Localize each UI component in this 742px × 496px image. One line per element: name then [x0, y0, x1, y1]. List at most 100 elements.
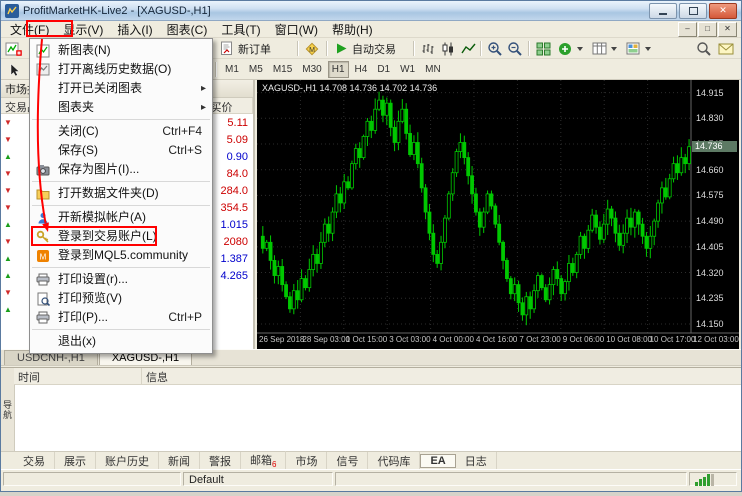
blank-icon — [35, 100, 50, 115]
file-menu-item-13[interactable]: 打印预览(V) — [30, 289, 212, 308]
zoom-out-icon[interactable] — [506, 40, 524, 57]
indicators-dropdown[interactable] — [557, 40, 583, 57]
file-menu-item-6[interactable]: 保存(S)Ctrl+S — [30, 141, 212, 160]
autotrading-label: 自动交易 — [352, 41, 396, 57]
timeframe-w1[interactable]: W1 — [396, 61, 419, 78]
candlestick-chart[interactable] — [257, 80, 739, 349]
menubar-item-4[interactable]: 图表(C) — [160, 20, 215, 39]
file-menu-item-label: 退出(x) — [58, 334, 96, 348]
candlestick-icon[interactable] — [439, 40, 457, 57]
file-menu-item-label: 打开离线历史数据(O) — [58, 62, 171, 76]
file-menu-item-4[interactable]: 图表夹▸ — [30, 98, 212, 117]
file-menu-item-label: 图表夹 — [58, 100, 94, 114]
key-icon — [35, 229, 50, 244]
timeframe-m30[interactable]: M30 — [298, 61, 325, 78]
menubar-item-3[interactable]: 插入(I) — [110, 20, 159, 39]
price-axis[interactable]: 14.91514.83014.74514.66014.57514.49014.4… — [691, 80, 739, 333]
terminal-header: 时间 信息 — [14, 368, 741, 385]
file-menu-item-5[interactable]: 关闭(C)Ctrl+F4 — [30, 122, 212, 141]
new-order-label: 新订单 — [238, 41, 271, 57]
autotrading-button[interactable]: 自动交易 — [333, 40, 396, 57]
terminal-tab-账户历史[interactable]: 账户历史 — [96, 452, 159, 470]
terminal-tab-新闻[interactable]: 新闻 — [159, 452, 200, 470]
menubar-item-7[interactable]: 帮助(H) — [325, 20, 380, 39]
terminal-tab-日志[interactable]: 日志 — [456, 452, 497, 470]
cursor-icon[interactable] — [5, 61, 23, 78]
file-menu-item-12[interactable]: 打印设置(r)... — [30, 270, 212, 289]
arrow-up-icon: ▲ — [1, 254, 15, 263]
search-icon[interactable] — [695, 40, 713, 57]
menu-separator — [32, 329, 210, 330]
menubar-item-5[interactable]: 工具(T) — [214, 20, 267, 39]
file-menu-item-7[interactable]: 保存为图片(I)... — [30, 160, 212, 179]
arrow-down-icon: ▼ — [1, 288, 15, 297]
terminal-tab-信号[interactable]: 信号 — [327, 452, 368, 470]
timeframe-m1[interactable]: M1 — [221, 61, 243, 78]
file-menu-item-label: 打开数据文件夹(D) — [58, 186, 159, 200]
time-axis[interactable]: 26 Sep 201828 Sep 03:001 Oct 15:003 Oct … — [257, 335, 739, 349]
file-menu-item-1[interactable]: 新图表(N) — [30, 41, 212, 60]
terminal-tab-市场[interactable]: 市场 — [286, 452, 327, 470]
file-menu-item-15[interactable]: 退出(x) — [30, 332, 212, 351]
toolbar-separator — [480, 41, 482, 56]
timeframe-h1[interactable]: H1 — [328, 61, 349, 78]
ohlc-label: XAGUSD-,H1 14.708 14.736 14.702 14.736 — [262, 83, 437, 93]
terminal-tab-交易[interactable]: 交易 — [14, 452, 55, 470]
terminal-tab-邮箱[interactable]: 邮箱6 — [241, 451, 286, 470]
terminal-tab-展示[interactable]: 展示 — [55, 452, 96, 470]
file-menu-item-2[interactable]: 打开离线历史数据(O) — [30, 60, 212, 79]
new-chart-icon — [35, 43, 50, 58]
printer-icon — [35, 310, 50, 325]
line-chart-icon[interactable] — [459, 40, 477, 57]
child-restore-button[interactable]: □ — [698, 22, 717, 37]
zoom-in-icon[interactable] — [486, 40, 504, 57]
menubar-item-6[interactable]: 窗口(W) — [268, 20, 325, 39]
menubar-item-2[interactable]: 显示(V) — [56, 20, 110, 39]
chevron-down-icon — [611, 47, 617, 51]
new-order-button[interactable]: 新订单 — [219, 40, 271, 57]
chevron-down-icon — [577, 47, 583, 51]
menubar-item-1[interactable]: 文件(F) — [3, 20, 56, 39]
minimize-button[interactable] — [649, 3, 677, 19]
templates-dropdown[interactable] — [625, 40, 651, 57]
child-minimize-button[interactable]: – — [678, 22, 697, 37]
file-menu-item-14[interactable]: 打印(P)...Ctrl+P — [30, 308, 212, 327]
timeframe-toolbar: M1M5M15M30H1H4D1W1MN — [221, 61, 445, 78]
offline-icon — [35, 62, 50, 77]
terminal-panel: 导航 时间 信息 — [1, 367, 741, 451]
child-close-button[interactable]: ✕ — [718, 22, 737, 37]
preview-icon — [35, 291, 50, 306]
new-chart-icon[interactable] — [5, 40, 23, 57]
time-label: 7 Oct 23:00 — [519, 335, 560, 344]
tile-windows-icon[interactable] — [534, 40, 552, 57]
toolbar-separator — [528, 41, 530, 56]
terminal-tab-代码库[interactable]: 代码库 — [368, 452, 420, 470]
time-label: 3 Oct 03:00 — [389, 335, 430, 344]
bar-chart-icon[interactable] — [419, 40, 437, 57]
timeframe-m5[interactable]: M5 — [245, 61, 267, 78]
maximize-button[interactable] — [679, 3, 707, 19]
file-menu-item-11[interactable]: M登录到MQL5.community — [30, 246, 212, 265]
column-message[interactable]: 信息 — [142, 368, 741, 384]
price-label: 14.235 — [696, 293, 724, 303]
column-time[interactable]: 时间 — [14, 368, 142, 384]
file-menu-item-label: 新图表(N) — [58, 43, 111, 57]
timeframe-m15[interactable]: M15 — [269, 61, 296, 78]
navigator-side-tab[interactable]: 导航 — [1, 400, 14, 420]
status-profile[interactable]: Default — [183, 472, 333, 486]
file-menu-item-8[interactable]: 打开数据文件夹(D) — [30, 184, 212, 203]
periods-dropdown[interactable] — [591, 40, 617, 57]
close-button[interactable]: ✕ — [709, 3, 737, 19]
timeframe-d1[interactable]: D1 — [373, 61, 394, 78]
file-menu-item-label: 打开已关闭图表 — [58, 81, 142, 95]
file-menu-item-9[interactable]: 开新模拟帐户(A) — [30, 208, 212, 227]
file-menu-item-3[interactable]: 打开已关闭图表▸ — [30, 79, 212, 98]
mail-icon[interactable] — [717, 40, 735, 57]
metaeditor-icon[interactable]: M — [303, 40, 321, 57]
timeframe-mn[interactable]: MN — [421, 61, 445, 78]
terminal-tab-EA[interactable]: EA — [420, 454, 455, 468]
file-menu-item-10[interactable]: 登录到交易账户(L) — [30, 227, 212, 246]
timeframe-h4[interactable]: H4 — [351, 61, 372, 78]
terminal-tab-警报[interactable]: 警报 — [200, 452, 241, 470]
title-bar[interactable]: ProfitMarketHK-Live2 - [XAGUSD-,H1] ✕ — [1, 1, 741, 21]
